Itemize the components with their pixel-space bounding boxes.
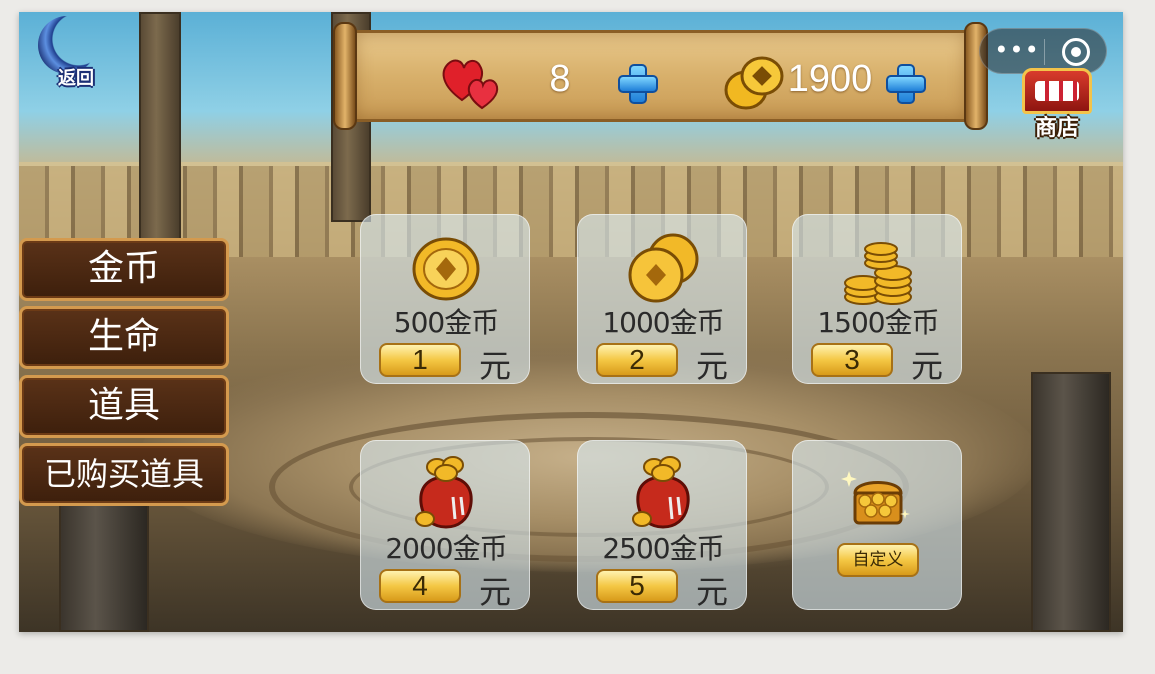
coin-amount: 2000金币 — [385, 532, 507, 565]
coin-pack-card[interactable]: 1000金币 2 元 — [577, 214, 747, 385]
coin-amount: 1500金币 — [817, 306, 939, 339]
more-options-button[interactable]: ••• — [992, 37, 1042, 65]
menu-item-life[interactable]: 生命 — [19, 306, 229, 369]
close-target-icon[interactable] — [1062, 38, 1090, 66]
coin-pack-card[interactable]: 1500金币 3 元 — [792, 214, 962, 385]
single-coin-icon — [412, 237, 480, 301]
back-button[interactable]: 返回 — [32, 14, 112, 89]
back-label: 返回 — [58, 68, 94, 89]
gold-coins-icon — [724, 56, 784, 110]
hearts-icon — [442, 59, 499, 110]
wooden-pillar — [139, 12, 181, 242]
coin-pack-card[interactable]: 2500金币 5 元 — [577, 440, 747, 611]
custom-amount-button[interactable]: 自定义 — [837, 543, 919, 577]
coin-pair-icon — [628, 233, 699, 303]
currency-unit: 元 — [696, 573, 729, 611]
scroll-rod-left — [333, 22, 357, 130]
lives-count: 8 — [549, 58, 571, 100]
price-button[interactable]: 4 — [379, 569, 461, 603]
treasure-chest-icon — [841, 471, 910, 525]
coins-count: 1900 — [787, 58, 873, 100]
coin-amount: 2500金币 — [602, 532, 724, 565]
currency-unit: 元 — [696, 347, 729, 385]
shop-label: 商店 — [1034, 116, 1079, 141]
menu-item-props[interactable]: 道具 — [19, 375, 229, 438]
price-button[interactable]: 5 — [596, 569, 678, 603]
stone-pillar — [1031, 372, 1111, 632]
add-coins-plus-icon[interactable] — [884, 62, 926, 104]
add-lives-plus-icon[interactable] — [616, 62, 658, 104]
coin-pack-card[interactable]: 500金币 1 元 — [360, 214, 530, 385]
capsule-divider — [1044, 39, 1045, 65]
currency-unit: 元 — [479, 573, 512, 611]
price-button[interactable]: 2 — [596, 343, 678, 377]
menu-item-gold[interactable]: 金币 — [19, 238, 229, 301]
shop-button[interactable]: 商店 — [1012, 68, 1102, 144]
menu-item-purchased-props[interactable]: 已购买道具 — [19, 443, 229, 506]
coin-bag-icon — [632, 456, 690, 529]
custom-amount-card[interactable]: 自定义 — [792, 440, 962, 610]
price-button[interactable]: 1 — [379, 343, 461, 377]
price-button[interactable]: 3 — [811, 343, 893, 377]
coin-stack-icon — [844, 242, 912, 305]
coin-amount: 1000金币 — [602, 306, 724, 339]
shop-stall-icon — [1022, 68, 1092, 114]
coin-pack-card[interactable]: 2000金币 4 元 — [360, 440, 530, 611]
currency-unit: 元 — [479, 347, 512, 385]
coin-amount: 500金币 — [393, 306, 499, 339]
currency-unit: 元 — [911, 347, 944, 385]
coin-bag-icon — [415, 456, 473, 529]
